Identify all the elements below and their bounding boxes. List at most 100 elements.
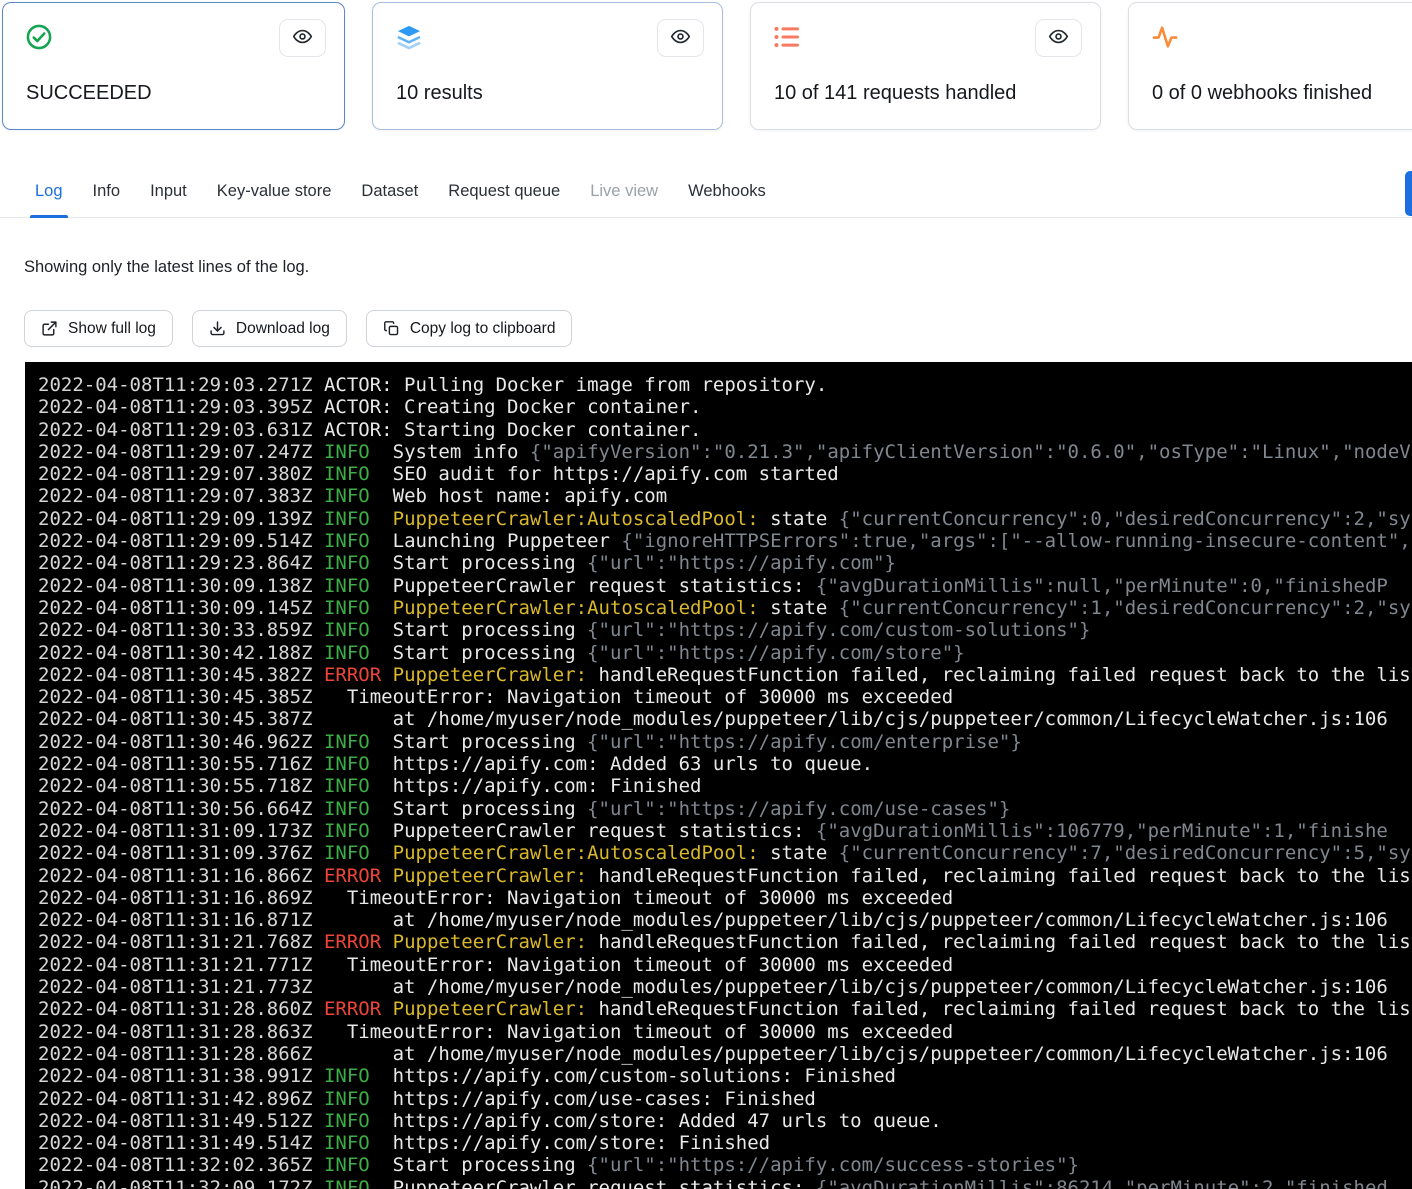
log-timestamp: 2022-04-08T11:31:09.173Z [38,820,313,842]
log-line: 2022-04-08T11:30:42.188Z INFO Start proc… [38,642,1412,664]
tab-input[interactable]: Input [135,169,202,217]
tab-info[interactable]: Info [78,169,136,217]
log-timestamp: 2022-04-08T11:30:55.718Z [38,775,313,797]
log-line: 2022-04-08T11:29:03.631Z ACTOR: Starting… [38,419,1412,441]
log-timestamp: 2022-04-08T11:31:21.771Z [38,954,313,976]
view-detail-button[interactable] [279,19,326,57]
log-line: 2022-04-08T11:30:09.138Z INFO PuppeteerC… [38,575,1412,597]
copy-log-button[interactable]: Copy log to clipboard [366,310,573,347]
log-line: 2022-04-08T11:31:16.869Z TimeoutError: N… [38,887,1412,909]
log-timestamp: 2022-04-08T11:30:55.716Z [38,753,313,775]
log-timestamp: 2022-04-08T11:31:28.863Z [38,1021,313,1043]
api-button-partial[interactable] [1405,171,1412,216]
log-line: 2022-04-08T11:30:55.718Z INFO https://ap… [38,775,1412,797]
pulse-icon [1151,23,1179,51]
tab-log[interactable]: Log [20,169,78,217]
eye-icon [292,26,313,50]
log-line: 2022-04-08T11:30:56.664Z INFO Start proc… [38,798,1412,820]
log-timestamp: 2022-04-08T11:30:45.382Z [38,664,313,686]
log-timestamp: 2022-04-08T11:31:16.871Z [38,909,313,931]
log-line: 2022-04-08T11:30:46.962Z INFO Start proc… [38,731,1412,753]
button-label: Download log [236,320,330,338]
log-timestamp: 2022-04-08T11:29:07.380Z [38,463,313,485]
log-timestamp: 2022-04-08T11:31:16.866Z [38,865,313,887]
log-line: 2022-04-08T11:29:23.864Z INFO Start proc… [38,552,1412,574]
log-timestamp: 2022-04-08T11:30:45.385Z [38,686,313,708]
log-viewer[interactable]: 2022-04-08T11:29:03.271Z ACTOR: Pulling … [25,362,1412,1189]
stat-card-requests[interactable]: 10 of 141 requests handled [750,2,1101,130]
log-timestamp: 2022-04-08T11:31:21.773Z [38,976,313,998]
stat-card-label: SUCCEEDED [26,82,152,105]
log-toolbar: Show full log Download log Copy log to cli… [24,310,1412,347]
log-line: 2022-04-08T11:31:09.376Z INFO PuppeteerC… [38,842,1412,864]
tab-dataset[interactable]: Dataset [346,169,433,217]
log-line: 2022-04-08T11:31:28.860Z ERROR Puppeteer… [38,998,1412,1020]
log-line: 2022-04-08T11:29:09.139Z INFO PuppeteerC… [38,508,1412,530]
log-line: 2022-04-08T11:30:55.716Z INFO https://ap… [38,753,1412,775]
log-timestamp: 2022-04-08T11:30:56.664Z [38,798,313,820]
tab-request-queue[interactable]: Request queue [433,169,575,217]
stat-card-results[interactable]: 10 results [372,2,723,130]
log-timestamp: 2022-04-08T11:31:38.991Z [38,1065,313,1087]
log-timestamp: 2022-04-08T11:29:07.247Z [38,441,313,463]
log-line: 2022-04-08T11:31:28.863Z TimeoutError: N… [38,1021,1412,1043]
log-timestamp: 2022-04-08T11:31:42.896Z [38,1088,313,1110]
tab-key-value-store[interactable]: Key-value store [202,169,347,217]
copy-icon [383,320,400,337]
log-line: 2022-04-08T11:30:33.859Z INFO Start proc… [38,619,1412,641]
log-line: 2022-04-08T11:32:02.365Z INFO Start proc… [38,1154,1412,1176]
log-timestamp: 2022-04-08T11:31:28.866Z [38,1043,313,1065]
layers-icon [395,23,423,51]
log-timestamp: 2022-04-08T11:29:03.631Z [38,419,313,441]
log-timestamp: 2022-04-08T11:29:03.395Z [38,396,313,418]
eye-icon [1048,26,1069,50]
view-detail-button[interactable] [657,19,704,57]
log-line: 2022-04-08T11:31:09.173Z INFO PuppeteerC… [38,820,1412,842]
stat-card-webhooks[interactable]: 0 of 0 webhooks finished [1128,2,1412,130]
log-line: 2022-04-08T11:31:21.773Z at /home/myuser… [38,976,1412,998]
log-timestamp: 2022-04-08T11:29:03.271Z [38,374,313,396]
actor-run-page: SUCCEEDED 10 results 10 of 141 requests ha… [0,0,1412,1189]
log-timestamp: 2022-04-08T11:31:49.514Z [38,1132,313,1154]
log-line: 2022-04-08T11:30:45.387Z at /home/myuser… [38,708,1412,730]
tab-webhooks[interactable]: Webhooks [673,169,781,217]
log-line: 2022-04-08T11:29:07.247Z INFO System inf… [38,441,1412,463]
stat-card-status[interactable]: SUCCEEDED [2,2,345,130]
log-line: 2022-04-08T11:30:45.382Z ERROR Puppeteer… [38,664,1412,686]
log-timestamp: 2022-04-08T11:30:45.387Z [38,708,313,730]
tab-live-view[interactable]: Live view [575,169,673,217]
log-timestamp: 2022-04-08T11:29:09.514Z [38,530,313,552]
log-line: 2022-04-08T11:31:21.771Z TimeoutError: N… [38,954,1412,976]
view-detail-button[interactable] [1035,19,1082,57]
log-line: 2022-04-08T11:29:03.271Z ACTOR: Pulling … [38,374,1412,396]
queue-list-icon [773,23,801,51]
log-line: 2022-04-08T11:31:21.768Z ERROR Puppeteer… [38,931,1412,953]
log-timestamp: 2022-04-08T11:29:23.864Z [38,552,313,574]
log-timestamp: 2022-04-08T11:30:09.145Z [38,597,313,619]
stat-card-label: 10 results [396,82,483,105]
log-line: 2022-04-08T11:29:03.395Z ACTOR: Creating… [38,396,1412,418]
log-timestamp: 2022-04-08T11:31:09.376Z [38,842,313,864]
log-line: 2022-04-08T11:29:07.383Z INFO Web host n… [38,485,1412,507]
log-line: 2022-04-08T11:31:38.991Z INFO https://ap… [38,1065,1412,1087]
log-timestamp: 2022-04-08T11:32:02.365Z [38,1154,313,1176]
check-circle-icon [25,23,53,51]
log-timestamp: 2022-04-08T11:30:46.962Z [38,731,313,753]
log-line: 2022-04-08T11:32:09.172Z INFO PuppeteerC… [38,1177,1412,1189]
stat-card-label: 10 of 141 requests handled [774,82,1016,105]
log-timestamp: 2022-04-08T11:32:09.172Z [38,1177,313,1189]
log-timestamp: 2022-04-08T11:31:49.512Z [38,1110,313,1132]
show-full-log-button[interactable]: Show full log [24,310,173,347]
stat-card-label: 0 of 0 webhooks finished [1152,82,1372,105]
button-label: Show full log [68,320,156,338]
log-timestamp: 2022-04-08T11:31:21.768Z [38,931,313,953]
log-line: 2022-04-08T11:31:49.514Z INFO https://ap… [38,1132,1412,1154]
download-log-button[interactable]: Download log [192,310,347,347]
log-timestamp: 2022-04-08T11:30:33.859Z [38,619,313,641]
log-timestamp: 2022-04-08T11:31:16.869Z [38,887,313,909]
tab-bar: LogInfoInputKey-value storeDatasetReques… [0,169,1412,218]
log-line: 2022-04-08T11:29:09.514Z INFO Launching … [38,530,1412,552]
log-timestamp: 2022-04-08T11:29:09.139Z [38,508,313,530]
log-line: 2022-04-08T11:29:07.380Z INFO SEO audit … [38,463,1412,485]
log-line: 2022-04-08T11:31:16.871Z at /home/myuser… [38,909,1412,931]
